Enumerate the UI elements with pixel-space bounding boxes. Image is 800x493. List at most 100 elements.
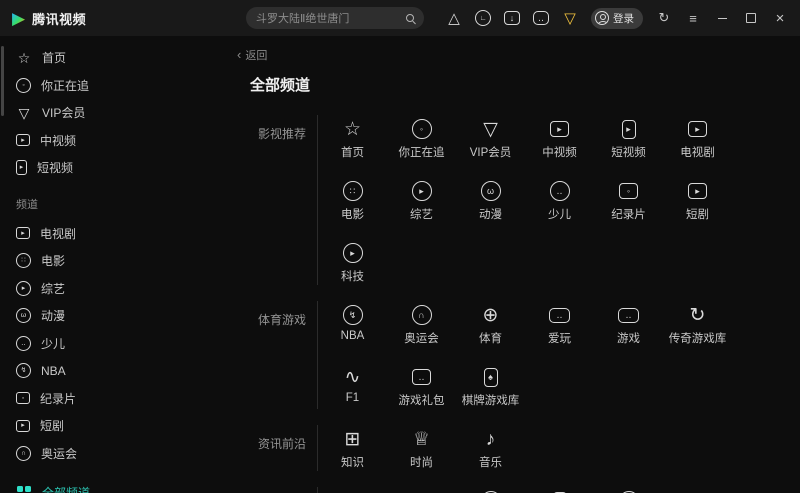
sidebar-item-label: 奥运会: [41, 445, 77, 462]
sidebar-item-short-drama[interactable]: ▸短剧: [0, 412, 112, 440]
watching-eye-icon: ◦: [412, 119, 432, 139]
menu-button[interactable]: ≡: [685, 11, 701, 26]
channel-item-vip[interactable]: ▽VIP会员: [456, 107, 525, 169]
channel-item-music[interactable]: ♪音乐: [456, 417, 525, 479]
watching-eye-icon: ◦: [16, 78, 31, 93]
channel-item-label: 少儿: [548, 206, 571, 222]
sidebar-item-all-channels[interactable]: 全部频道: [0, 479, 112, 493]
trending-button[interactable]: △: [446, 11, 462, 26]
sidebar-item-label: VIP会员: [42, 104, 85, 121]
minimize-button[interactable]: [714, 18, 730, 19]
channel-item-label: VIP会员: [470, 144, 512, 160]
channel-item-fashion[interactable]: ♕时尚: [387, 417, 456, 479]
channel-item-label: 首页: [341, 144, 364, 160]
channel-item-label: NBA: [341, 330, 365, 342]
channel-item-novel[interactable]: ▸小说: [594, 479, 663, 493]
channel-item-label: 棋牌游戏库: [462, 392, 520, 408]
kids-icon: ‥: [16, 336, 31, 351]
channel-item-short-video[interactable]: ▸短视频: [594, 107, 663, 169]
channel-item-nba[interactable]: ↯NBA: [318, 293, 387, 355]
channel-item-knowledge[interactable]: ⊞知识: [318, 417, 387, 479]
trending-icon: △: [448, 11, 460, 26]
search-icon[interactable]: [406, 14, 414, 22]
channel-item-tv-series[interactable]: ▸电视剧: [663, 107, 732, 169]
tech-icon: ▸: [343, 243, 363, 263]
fashion-icon: ♕: [413, 430, 430, 449]
channel-item-parenting[interactable]: ∙育儿: [525, 479, 594, 493]
channel-item-f1[interactable]: ∿F1: [318, 355, 387, 417]
sidebar-item-documentary[interactable]: ◦纪录片: [0, 385, 112, 413]
sidebar-item-short-video[interactable]: ▸短视频: [0, 154, 112, 182]
sidebar-item-vip[interactable]: ▽ VIP会员: [0, 99, 112, 127]
sidebar-item-label: 电影: [41, 252, 65, 269]
channel-item-kids[interactable]: ‥少儿: [525, 169, 594, 231]
gamepad-button[interactable]: ‥: [533, 11, 549, 25]
sidebar-top-list: ☆首页 ◦ 你正在追 ▽ VIP会员 ▸中视频▸短视频: [0, 44, 112, 182]
channel-item-home-star[interactable]: ☆ 首页: [318, 107, 387, 169]
channel-item-documentary[interactable]: ◦纪录片: [594, 169, 663, 231]
documentary-icon: ◦: [619, 183, 638, 199]
sidebar-item-olympics[interactable]: ∩ 奥运会: [0, 440, 112, 468]
channel-item-label: 中视频: [542, 144, 577, 160]
search-input[interactable]: 斗罗大陆Ⅱ绝世唐门: [246, 7, 424, 29]
channel-item-gamepad[interactable]: ‥爱玩: [525, 293, 594, 355]
sidebar-item-kids[interactable]: ‥ 少儿: [0, 330, 112, 358]
sidebar-item-label: 你正在追: [41, 77, 89, 94]
vip-gold-button[interactable]: ▽: [562, 11, 578, 26]
all-channels-grid-icon: [16, 486, 32, 493]
close-button[interactable]: ×: [772, 10, 788, 27]
channel-item-legend-library[interactable]: ↻传奇游戏库: [663, 293, 732, 355]
olympics-icon: ∩: [16, 446, 31, 461]
sidebar-item-label: 短视频: [37, 159, 73, 176]
sidebar-item-anime[interactable]: ω动漫: [0, 302, 112, 330]
channel-item-anime[interactable]: ω动漫: [456, 169, 525, 231]
channel-item-short-drama[interactable]: ▸短剧: [663, 169, 732, 231]
sidebar-scrollbar[interactable]: [1, 46, 4, 116]
sidebar-item-label: 电视剧: [40, 225, 76, 242]
channel-section: 影视推荐☆首页◦你正在追▽VIP会员▸中视频▸短视频▸电视剧∷电影▸综艺ω动漫‥…: [258, 107, 800, 293]
channel-item-school[interactable]: ≡学堂: [318, 479, 387, 493]
sidebar-item-home-star[interactable]: ☆首页: [0, 44, 112, 72]
channel-item-sports[interactable]: ⊕体育: [456, 293, 525, 355]
avatar-icon: [595, 11, 609, 25]
sections: 影视推荐☆首页◦你正在追▽VIP会员▸中视频▸短视频▸电视剧∷电影▸综艺ω动漫‥…: [258, 107, 800, 493]
sidebar-item-tv-series[interactable]: ▸电视剧: [0, 220, 112, 248]
app-logo-icon: ▶: [12, 10, 25, 27]
channel-item-label: 短视频: [611, 144, 646, 160]
channel-item-health[interactable]: ▸健康养生: [456, 479, 525, 493]
sidebar-item-label: 中视频: [40, 132, 76, 149]
channel-item-tech[interactable]: ▸科技: [318, 231, 387, 293]
home-star-icon: ☆: [344, 120, 361, 139]
channel-section: 资讯前沿⊞知识♕时尚♪音乐: [258, 417, 800, 479]
back-button[interactable]: ‹ 返回: [237, 47, 267, 63]
maximize-button[interactable]: [743, 13, 759, 23]
titlebar-right: △ ∟ ↓ ‥ ▽ 登录 ↻ ≡ ×: [446, 8, 788, 29]
channel-item-mid-video[interactable]: ▸中视频: [525, 107, 594, 169]
channel-item-game[interactable]: ‥游戏: [594, 293, 663, 355]
login-button[interactable]: 登录: [591, 8, 643, 29]
sidebar: ☆首页◦你正在追▽VIP会员▸中视频▸短视频 频道 ▸电视剧∷电影▸综艺ω动漫‥…: [0, 36, 112, 493]
sidebar-item-variety[interactable]: ▸综艺: [0, 275, 112, 303]
channel-item-watching-eye[interactable]: ◦ 你正在追: [387, 107, 456, 169]
channel-item-gift-pack[interactable]: ‥游戏礼包: [387, 355, 456, 417]
channel-item-cards-library[interactable]: ♠棋牌游戏库: [456, 355, 525, 417]
section-label: 体育游戏: [258, 293, 317, 417]
sidebar-item-mid-video[interactable]: ▸中视频: [0, 127, 112, 155]
sidebar-item-nba[interactable]: ↯NBA: [0, 357, 112, 385]
channel-item-label: 综艺: [410, 206, 433, 222]
download-button[interactable]: ↓: [504, 11, 520, 25]
channel-item-life[interactable]: ☕生活: [387, 479, 456, 493]
sidebar-item-watching-eye[interactable]: ◦ 你正在追: [0, 72, 112, 100]
vip-icon: ▽: [16, 106, 32, 120]
history-button[interactable]: ∟: [475, 10, 491, 26]
movie-icon: ∷: [343, 181, 363, 201]
channel-item-olympics[interactable]: ∩奥运会: [387, 293, 456, 355]
brand[interactable]: ▶ 腾讯视频: [12, 9, 86, 28]
channel-item-movie[interactable]: ∷电影: [318, 169, 387, 231]
sidebar-item-label: 少儿: [41, 335, 65, 352]
channel-item-label: 你正在追: [399, 144, 445, 160]
sidebar-item-movie[interactable]: ∷电影: [0, 247, 112, 275]
channel-item-variety[interactable]: ▸综艺: [387, 169, 456, 231]
window-controls: ↻ ≡ ×: [656, 10, 788, 27]
refresh-button[interactable]: ↻: [656, 10, 672, 26]
